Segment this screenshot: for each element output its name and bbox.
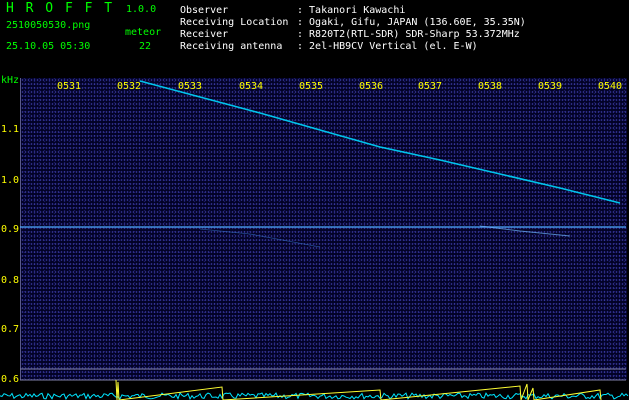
- y-tick-0-8: 0.8: [1, 275, 20, 286]
- y-tick-0-6: 0.6: [1, 374, 20, 385]
- x-tick-0540: 0540: [598, 81, 623, 92]
- y-tick-1-1: 1.1: [1, 124, 20, 135]
- y-tick-1-0: 1.0: [1, 175, 20, 186]
- y-tick-0-9: 0.9: [1, 224, 20, 235]
- signal-level-strip: [0, 379, 629, 400]
- spectrogram-traces: [20, 80, 626, 381]
- hroft-window: H R O F F T 1.0.0 2510050530.png 25.10.0…: [0, 0, 629, 400]
- faint-echo-trace: [199, 228, 321, 248]
- x-tick-0531: 0531: [57, 81, 82, 92]
- x-tick-0537: 0537: [418, 81, 443, 92]
- x-tick-0538: 0538: [478, 81, 503, 92]
- x-tick-0535: 0535: [299, 81, 324, 92]
- meteor-trace: [139, 80, 621, 204]
- x-tick-0534: 0534: [239, 81, 264, 92]
- x-tick-0536: 0536: [359, 81, 384, 92]
- y-axis-unit: kHz: [1, 75, 20, 86]
- y-tick-0-7: 0.7: [1, 324, 20, 335]
- x-tick-0533: 0533: [178, 81, 203, 92]
- x-tick-0539: 0539: [538, 81, 563, 92]
- x-tick-0532: 0532: [117, 81, 142, 92]
